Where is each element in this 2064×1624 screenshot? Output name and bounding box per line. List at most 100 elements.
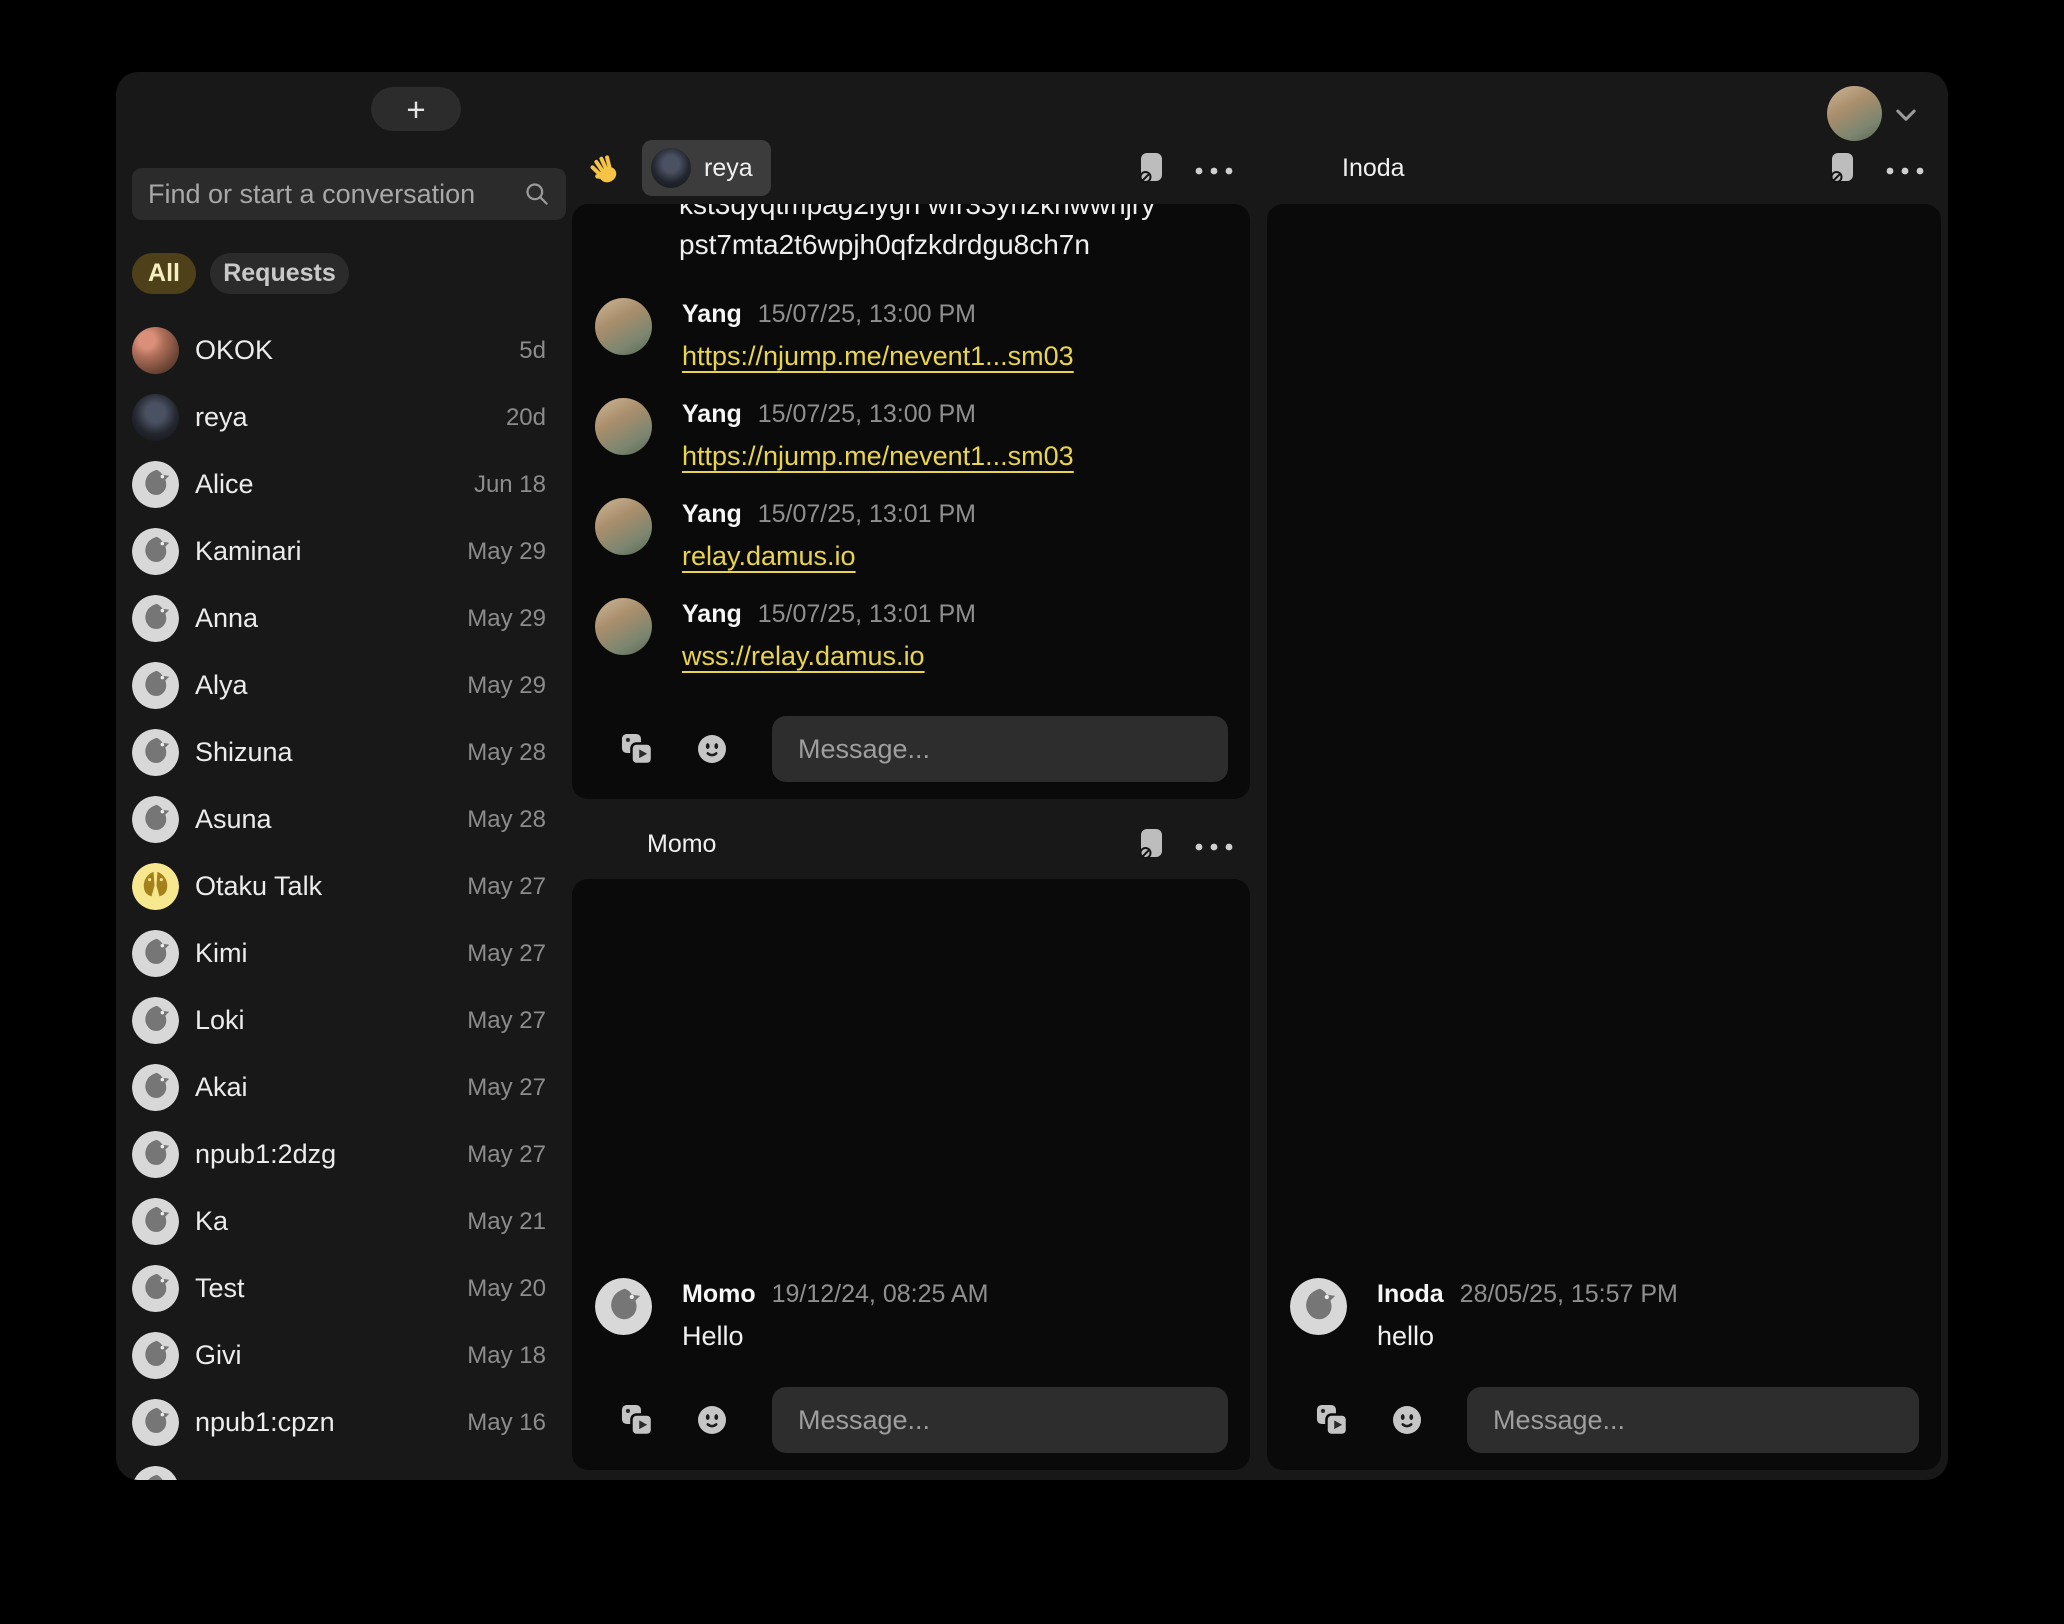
message-input[interactable] bbox=[1467, 1387, 1919, 1453]
conversation-name: Akai bbox=[195, 1072, 248, 1103]
plus-icon: + bbox=[406, 93, 425, 126]
key-line: pst7mta2t6wpjh0qfzkdrdgu8ch7n bbox=[679, 228, 1250, 262]
conversation-row[interactable]: Givi May 18 bbox=[132, 1322, 566, 1389]
emoji-picker-icon[interactable] bbox=[696, 1404, 728, 1436]
conversation-row[interactable]: Loki May 27 bbox=[132, 987, 566, 1054]
new-chat-button[interactable]: + bbox=[371, 87, 461, 131]
waving-hand-icon bbox=[588, 149, 626, 187]
chat-message: Inoda 28/05/25, 15:57 PM hello bbox=[1267, 1278, 1941, 1378]
conversation-date: May 27 bbox=[467, 1007, 566, 1035]
message-link[interactable]: https://njump.me/nevent1...sm03 bbox=[682, 341, 1074, 372]
conversation-name: Alya bbox=[195, 670, 248, 701]
contact-chip-reya[interactable]: reya bbox=[642, 140, 771, 196]
conversation-row[interactable]: Anna May 29 bbox=[132, 585, 566, 652]
conversation-name: Alice bbox=[195, 469, 254, 500]
conversation-row[interactable]: Shizuna May 28 bbox=[132, 719, 566, 786]
conversation-row[interactable]: Test May 20 bbox=[132, 1255, 566, 1322]
conversation-row[interactable]: Alice Jun 18 bbox=[132, 451, 566, 518]
emoji-picker-icon[interactable] bbox=[1391, 1404, 1423, 1436]
emoji-picker-icon[interactable] bbox=[696, 733, 728, 765]
message-content: Yang 15/07/25, 13:01 PM wss://relay.damu… bbox=[682, 598, 976, 698]
conversation-row[interactable]: Kaminari May 29 bbox=[132, 518, 566, 585]
conversation-date: May 27 bbox=[467, 940, 566, 968]
message-avatar bbox=[595, 298, 652, 355]
search-icon bbox=[523, 180, 550, 207]
conversation-date: May 20 bbox=[467, 1275, 566, 1303]
message-timestamp: 15/07/25, 13:00 PM bbox=[758, 400, 976, 429]
conversation-avatar bbox=[132, 1064, 179, 1111]
conversation-row[interactable]: Alya May 29 bbox=[132, 652, 566, 719]
user-avatar[interactable] bbox=[1827, 86, 1882, 141]
note-compose-icon[interactable] bbox=[1828, 152, 1855, 184]
conversation-name: reya bbox=[195, 402, 248, 433]
message-input[interactable] bbox=[772, 716, 1228, 782]
composer-momo bbox=[618, 1386, 1228, 1454]
composer-reya bbox=[618, 715, 1228, 783]
message-timestamp: 15/07/25, 13:01 PM bbox=[758, 600, 976, 629]
conversation-date: May 21 bbox=[467, 1208, 566, 1236]
media-attach-icon[interactable] bbox=[618, 730, 656, 768]
conversation-row[interactable]: Ka May 21 bbox=[132, 1188, 566, 1255]
conversation-row[interactable]: Asuna May 28 bbox=[132, 786, 566, 853]
conversation-row[interactable] bbox=[132, 1456, 566, 1480]
media-attach-icon[interactable] bbox=[618, 1401, 656, 1439]
conversation-avatar bbox=[132, 528, 179, 575]
conversation-date: 5d bbox=[519, 337, 566, 365]
tab-all[interactable]: All bbox=[132, 253, 196, 294]
more-options-icon[interactable] bbox=[1194, 163, 1234, 173]
search-input[interactable] bbox=[132, 168, 566, 220]
conversation-date: 20d bbox=[506, 404, 566, 432]
conversation-row[interactable]: OKOK 5d bbox=[132, 317, 566, 384]
message-author: Yang bbox=[682, 500, 742, 529]
conversation-row[interactable]: reya 20d bbox=[132, 384, 566, 451]
conversation-name: Shizuna bbox=[195, 737, 293, 768]
more-options-icon[interactable] bbox=[1194, 839, 1234, 849]
message-author: Yang bbox=[682, 300, 742, 329]
message-link[interactable]: relay.damus.io bbox=[682, 541, 976, 572]
chat-body-inoda: Inoda 28/05/25, 15:57 PM hello bbox=[1267, 204, 1941, 1470]
message-input[interactable] bbox=[772, 1387, 1228, 1453]
message-link[interactable]: https://njump.me/nevent1...sm03 bbox=[682, 441, 1074, 472]
chat-panel-inoda: Inoda Inoda 28/05/25, 15:57 PM bbox=[1267, 136, 1941, 1470]
conversation-name: Otaku Talk bbox=[195, 871, 322, 902]
conversation-date: Jun 18 bbox=[474, 471, 566, 499]
conversation-date: May 27 bbox=[467, 1141, 566, 1169]
chat-message: Momo 19/12/24, 08:25 AM Hello bbox=[572, 1278, 1250, 1378]
conversation-row[interactable]: Kimi May 27 bbox=[132, 920, 566, 987]
conversation-avatar bbox=[132, 662, 179, 709]
conversation-row[interactable]: npub1:cpzn May 16 bbox=[132, 1389, 566, 1456]
account-menu[interactable] bbox=[1827, 86, 1920, 141]
message-author: Inoda bbox=[1377, 1280, 1444, 1309]
message-timestamp: 15/07/25, 13:01 PM bbox=[758, 500, 976, 529]
contact-avatar bbox=[651, 148, 691, 188]
conversation-date: May 29 bbox=[467, 538, 566, 566]
tab-requests[interactable]: Requests bbox=[210, 253, 349, 294]
conversation-avatar bbox=[132, 863, 179, 910]
conversation-avatar bbox=[132, 1198, 179, 1245]
chat-body-reya: kst3qyqtmpag2lygn wfr33ynzknwwnjry pst7m… bbox=[572, 204, 1250, 799]
message-author: Yang bbox=[682, 400, 742, 429]
conversation-date: May 29 bbox=[467, 672, 566, 700]
app-window: + All Requests OKOK 5d bbox=[116, 72, 1948, 1480]
conversation-name: Kaminari bbox=[195, 536, 302, 567]
conversation-row[interactable]: Otaku Talk May 27 bbox=[132, 853, 566, 920]
conversation-name: Asuna bbox=[195, 804, 272, 835]
conversation-row[interactable]: Akai May 27 bbox=[132, 1054, 566, 1121]
tab-requests-label: Requests bbox=[223, 259, 336, 288]
message-avatar bbox=[1290, 1278, 1347, 1335]
message-header: Momo 19/12/24, 08:25 AM bbox=[682, 1280, 988, 1309]
conversation-name: Loki bbox=[195, 1005, 245, 1036]
conversation-row[interactable]: npub1:2dzg May 27 bbox=[132, 1121, 566, 1188]
note-compose-icon[interactable] bbox=[1137, 152, 1164, 184]
media-attach-icon[interactable] bbox=[1313, 1401, 1351, 1439]
chevron-down-icon bbox=[1892, 100, 1920, 128]
message-author: Momo bbox=[682, 1280, 756, 1309]
message-link[interactable]: wss://relay.damus.io bbox=[682, 641, 976, 672]
conversation-name: Ka bbox=[195, 1206, 228, 1237]
chat-message: Yang 15/07/25, 13:00 PM https://njump.me… bbox=[572, 398, 1250, 498]
chat-panel-reya: reya kst3qyqtmpag2lygn wfr33ynzknwwnjry … bbox=[572, 136, 1250, 799]
message-list: Inoda 28/05/25, 15:57 PM hello bbox=[1267, 1278, 1941, 1378]
note-compose-icon[interactable] bbox=[1137, 828, 1164, 860]
more-options-icon[interactable] bbox=[1885, 163, 1925, 173]
chat-body-momo: Momo 19/12/24, 08:25 AM Hello bbox=[572, 879, 1250, 1470]
